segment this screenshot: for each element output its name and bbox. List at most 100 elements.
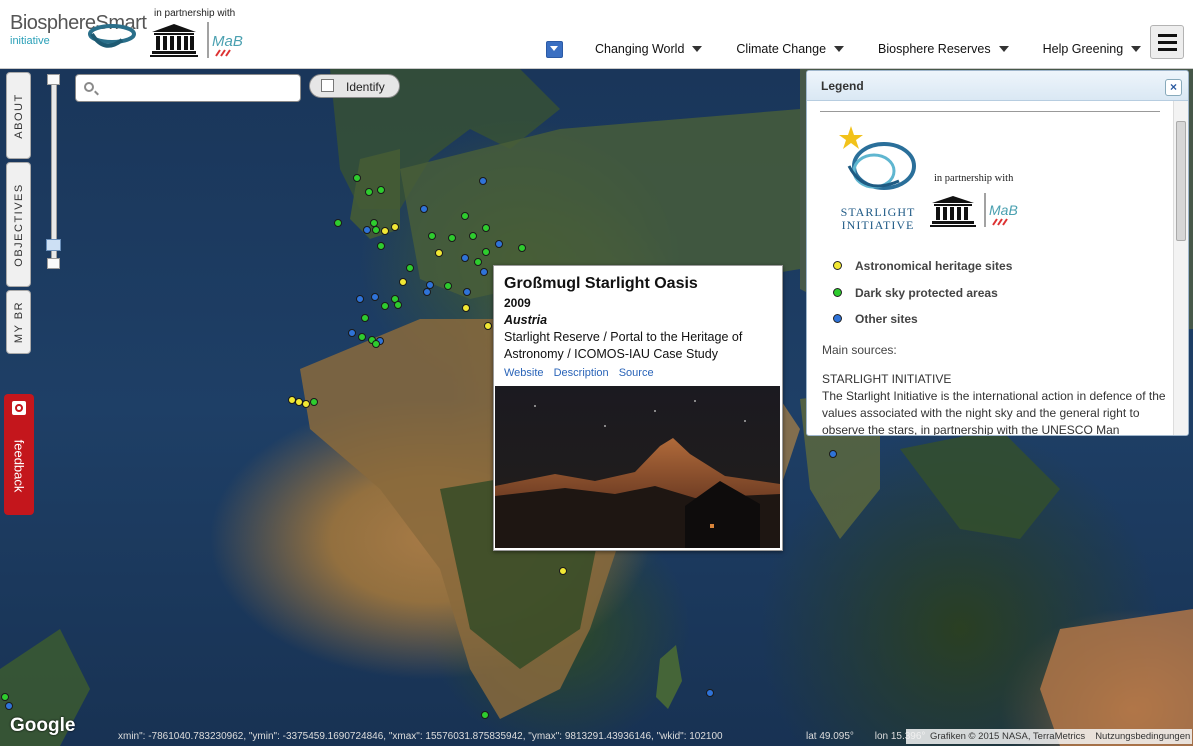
site-marker[interactable] xyxy=(365,188,373,196)
night-mountain-image xyxy=(495,400,780,548)
search-box xyxy=(75,74,301,102)
app-header: BiosphereSmart initiative in partnership… xyxy=(0,0,1193,69)
site-marker[interactable] xyxy=(377,186,385,194)
site-marker[interactable] xyxy=(334,219,342,227)
site-marker[interactable] xyxy=(469,232,477,240)
popup-year: 2009 xyxy=(504,296,531,310)
google-logo: Google xyxy=(10,715,76,736)
popup-description: Starlight Reserve / Portal to the Herita… xyxy=(504,330,743,361)
legend-header: Legend × xyxy=(807,71,1188,101)
site-marker[interactable] xyxy=(302,400,310,408)
site-marker[interactable] xyxy=(484,322,492,330)
identify-label: Identify xyxy=(346,80,385,94)
tab-about-label: ABOUT xyxy=(12,92,25,139)
attribution-text: Grafiken © 2015 NASA, TerraMetrics xyxy=(930,731,1086,742)
site-marker[interactable] xyxy=(463,288,471,296)
popup-link-website[interactable]: Website xyxy=(504,367,544,379)
feedback-tab[interactable]: feedback xyxy=(4,394,34,515)
site-marker[interactable] xyxy=(381,302,389,310)
site-marker[interactable] xyxy=(394,301,402,309)
site-marker[interactable] xyxy=(462,304,470,312)
tab-about[interactable]: ABOUT xyxy=(6,72,31,159)
popup-link-description[interactable]: Description xyxy=(554,367,609,379)
site-marker[interactable] xyxy=(829,450,837,458)
tab-objectives[interactable]: OBJECTIVES xyxy=(6,162,31,287)
site-marker[interactable] xyxy=(348,329,356,337)
identify-checkbox[interactable] xyxy=(321,79,334,92)
popup-photo xyxy=(495,386,780,548)
zoom-in-arrow-icon[interactable] xyxy=(47,74,60,85)
legend-title: Legend xyxy=(821,79,864,93)
search-input[interactable] xyxy=(102,78,296,100)
site-marker[interactable] xyxy=(356,295,364,303)
site-marker[interactable] xyxy=(5,702,13,710)
popup-link-source[interactable]: Source xyxy=(619,367,654,379)
legend-scrollbar-thumb[interactable] xyxy=(1176,121,1186,241)
site-marker[interactable] xyxy=(482,248,490,256)
nav-climate-change[interactable]: Climate Change xyxy=(736,42,845,56)
hamburger-line xyxy=(1158,41,1177,44)
popup-country: Austria xyxy=(504,313,548,327)
nav-menu-toggle-button[interactable] xyxy=(546,40,563,58)
site-marker[interactable] xyxy=(428,232,436,240)
mab-logo-text: MaB xyxy=(989,202,1018,218)
map-extent-readout: xmin": -7861040.783230962, "ymin": -3375… xyxy=(118,731,723,742)
site-marker[interactable] xyxy=(391,223,399,231)
site-marker[interactable] xyxy=(371,293,379,301)
site-marker[interactable] xyxy=(482,224,490,232)
close-icon[interactable]: × xyxy=(1165,79,1182,96)
hamburger-menu-button[interactable] xyxy=(1150,25,1184,59)
site-marker[interactable] xyxy=(481,711,489,719)
site-marker[interactable] xyxy=(518,244,526,252)
site-marker[interactable] xyxy=(372,226,380,234)
site-marker[interactable] xyxy=(423,288,431,296)
site-marker[interactable] xyxy=(377,242,385,250)
map-attribution: Grafiken © 2015 NASA, TerraMetrics Nutzu… xyxy=(906,729,1192,744)
site-marker[interactable] xyxy=(310,398,318,406)
nav-help-greening[interactable]: Help Greening xyxy=(1043,42,1142,56)
site-marker[interactable] xyxy=(358,333,366,341)
legend-item-label: Astronomical heritage sites xyxy=(855,259,1013,273)
site-marker[interactable] xyxy=(461,254,469,262)
site-marker[interactable] xyxy=(559,567,567,575)
site-marker[interactable] xyxy=(420,205,428,213)
site-marker[interactable] xyxy=(353,174,361,182)
zoom-out-arrow-icon[interactable] xyxy=(47,258,60,269)
site-marker[interactable] xyxy=(372,340,380,348)
site-marker[interactable] xyxy=(706,689,714,697)
legend-item-label: Dark sky protected areas xyxy=(855,286,998,300)
site-marker[interactable] xyxy=(479,177,487,185)
site-info-popup: Großmugl Starlight Oasis 2009 Austria St… xyxy=(493,265,783,551)
site-marker[interactable] xyxy=(435,249,443,257)
site-marker[interactable] xyxy=(495,240,503,248)
site-marker[interactable] xyxy=(361,314,369,322)
nav-biosphere-reserves[interactable]: Biosphere Reserves xyxy=(878,42,1009,56)
nav-changing-world[interactable]: Changing World xyxy=(595,42,703,56)
site-marker[interactable] xyxy=(363,226,371,234)
chevron-down-icon xyxy=(834,46,845,52)
site-marker[interactable] xyxy=(461,212,469,220)
tab-objectives-label: OBJECTIVES xyxy=(12,182,25,267)
site-marker[interactable] xyxy=(1,693,9,701)
chevron-down-icon xyxy=(998,46,1009,52)
site-marker[interactable] xyxy=(480,268,488,276)
site-marker[interactable] xyxy=(444,282,452,290)
legend-divider xyxy=(820,111,1160,112)
starlight-name-line2: INITIATIVE xyxy=(841,218,915,232)
site-marker[interactable] xyxy=(474,258,482,266)
legend-dot-blue xyxy=(833,314,842,323)
identify-button[interactable]: Identify xyxy=(309,74,400,98)
legend-scrollbar[interactable] xyxy=(1173,101,1188,435)
zoom-slider-track[interactable] xyxy=(51,80,57,262)
site-marker[interactable] xyxy=(448,234,456,242)
tab-my-br-label: MY BR xyxy=(12,300,25,344)
terms-link[interactable]: Nutzungsbedingungen xyxy=(1095,731,1190,742)
site-marker[interactable] xyxy=(399,278,407,286)
site-marker[interactable] xyxy=(406,264,414,272)
site-marker[interactable] xyxy=(381,227,389,235)
feedback-label: feedback xyxy=(11,439,27,493)
zoom-slider-handle[interactable] xyxy=(46,239,61,251)
legend-starlight-text: The Starlight Initiative is the internat… xyxy=(822,389,1166,436)
legend-item-label: Other sites xyxy=(855,312,918,326)
tab-my-br[interactable]: MY BR xyxy=(6,290,31,354)
